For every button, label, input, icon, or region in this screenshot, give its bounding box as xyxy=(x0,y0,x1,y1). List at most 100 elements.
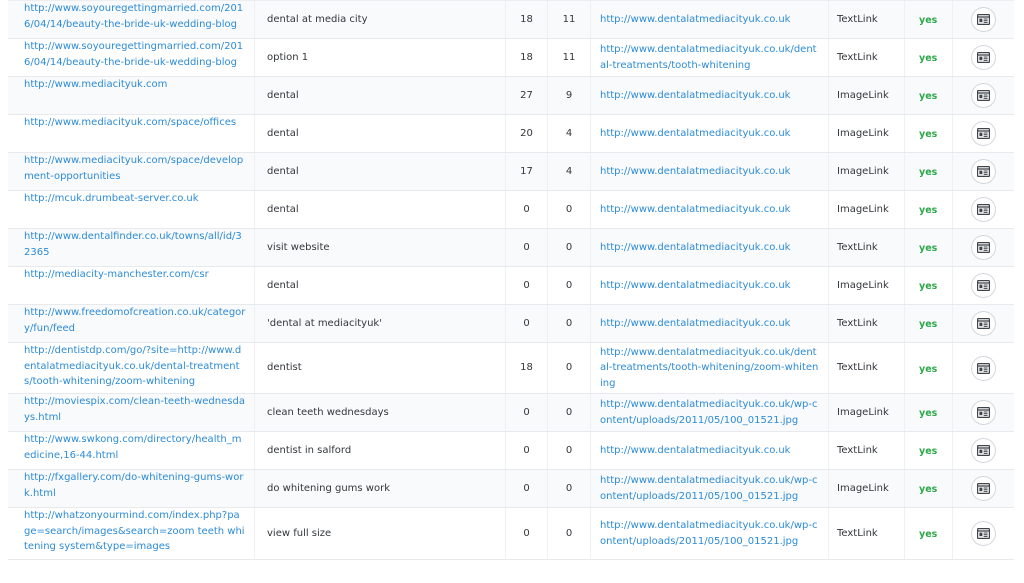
target-url-link[interactable]: http://www.dentalatmediacityuk.co.uk xyxy=(600,88,790,104)
source-url-link[interactable]: http://www.soyouregettingmarried.com/201… xyxy=(24,1,246,32)
source-url-link[interactable]: http://dentistdp.com/go/?site=http://www… xyxy=(24,343,246,390)
link-type-cell: ImageLink xyxy=(829,191,905,228)
target-url-link[interactable]: http://www.dentalatmediacityuk.co.uk/wp-… xyxy=(600,397,820,428)
metric-1-cell: 0 xyxy=(506,229,548,266)
details-button[interactable] xyxy=(971,83,996,108)
metric-1-value: 0 xyxy=(523,241,530,253)
target-url-cell: http://www.dentalatmediacityuk.co.uk/wp-… xyxy=(591,470,829,507)
target-url-link[interactable]: http://www.dentalatmediacityuk.co.uk xyxy=(600,12,790,28)
target-url-link[interactable]: http://www.dentalatmediacityuk.co.uk xyxy=(600,443,790,459)
anchor-text: clean teeth wednesdays xyxy=(267,406,389,418)
metric-2-cell: 0 xyxy=(548,470,591,507)
target-url-link[interactable]: http://www.dentalatmediacityuk.co.uk/wp-… xyxy=(600,518,820,549)
table-row: http://www.soyouregettingmarried.com/201… xyxy=(8,39,1014,77)
link-type-cell: TextLink xyxy=(829,508,905,559)
table-row: http://www.mediacityuk.com/space/offices… xyxy=(8,115,1014,153)
source-url-link[interactable]: http://www.mediacityuk.com/space/develop… xyxy=(24,153,246,184)
source-url-link[interactable]: http://whatzonyourmind.com/index.php?pag… xyxy=(24,508,246,555)
details-card-icon xyxy=(977,242,990,253)
follow-cell: yes xyxy=(905,508,953,559)
details-button[interactable] xyxy=(971,235,996,260)
target-url-link[interactable]: http://www.dentalatmediacityuk.co.uk/den… xyxy=(600,345,820,392)
source-url-link[interactable]: http://www.soyouregettingmarried.com/201… xyxy=(24,39,246,70)
target-url-link[interactable]: http://www.dentalatmediacityuk.co.uk xyxy=(600,278,790,294)
table-row: http://www.swkong.com/directory/health_m… xyxy=(8,432,1014,470)
metric-2-value: 0 xyxy=(565,527,573,539)
link-type-value: TextLink xyxy=(837,527,878,539)
metric-1-cell: 17 xyxy=(506,153,548,190)
metric-1-value: 18 xyxy=(520,51,533,63)
follow-cell: yes xyxy=(905,39,953,76)
target-url-link[interactable]: http://www.dentalatmediacityuk.co.uk xyxy=(600,240,790,256)
link-type-value: ImageLink xyxy=(837,89,889,101)
follow-cell: yes xyxy=(905,115,953,152)
target-url-link[interactable]: http://www.dentalatmediacityuk.co.uk/den… xyxy=(600,42,820,73)
details-button[interactable] xyxy=(971,355,996,381)
target-url-link[interactable]: http://www.dentalatmediacityuk.co.uk xyxy=(600,164,790,180)
details-button[interactable] xyxy=(971,197,996,222)
target-url-link[interactable]: http://www.dentalatmediacityuk.co.uk xyxy=(600,316,790,332)
metric-2-cell: 0 xyxy=(548,394,591,431)
follow-cell: yes xyxy=(905,432,953,469)
target-url-cell: http://www.dentalatmediacityuk.co.uk xyxy=(591,1,829,38)
link-type-cell: TextLink xyxy=(829,432,905,469)
source-url-link[interactable]: http://mcuk.drumbeat-server.co.uk xyxy=(24,191,199,207)
anchor-text-cell: 'dental at mediacityuk' xyxy=(255,305,506,342)
source-url-link[interactable]: http://mediacity-manchester.com/csr xyxy=(24,267,209,283)
link-type-value: ImageLink xyxy=(837,482,889,494)
target-url-cell: http://www.dentalatmediacityuk.co.uk xyxy=(591,267,829,304)
details-button[interactable] xyxy=(971,400,996,425)
metric-2-cell: 4 xyxy=(548,115,591,152)
metric-1-cell: 20 xyxy=(506,115,548,152)
source-url-link[interactable]: http://moviespix.com/clean-teeth-wednesd… xyxy=(24,394,246,425)
action-cell xyxy=(953,343,1014,393)
details-button[interactable] xyxy=(971,311,996,336)
details-button[interactable] xyxy=(971,159,996,184)
details-button[interactable] xyxy=(971,273,996,298)
source-url-cell: http://www.dentalfinder.co.uk/towns/all/… xyxy=(8,229,255,266)
metric-1-cell: 0 xyxy=(506,305,548,342)
metric-1-value: 17 xyxy=(520,165,533,177)
source-url-link[interactable]: http://www.swkong.com/directory/health_m… xyxy=(24,432,246,463)
metric-2-cell: 0 xyxy=(548,191,591,228)
details-card-icon xyxy=(977,128,990,139)
details-button[interactable] xyxy=(971,476,996,501)
link-type-cell: ImageLink xyxy=(829,153,905,190)
link-type-value: TextLink xyxy=(837,444,878,456)
follow-status: yes xyxy=(919,319,938,331)
link-type-cell: TextLink xyxy=(829,39,905,76)
anchor-text-cell: visit website xyxy=(255,229,506,266)
anchor-text: dental xyxy=(267,127,299,139)
details-button[interactable] xyxy=(971,121,996,146)
metric-2-value: 4 xyxy=(565,127,573,139)
source-url-link[interactable]: http://fxgallery.com/do-whitening-gums-w… xyxy=(24,470,246,501)
target-url-link[interactable]: http://www.dentalatmediacityuk.co.uk/wp-… xyxy=(600,473,820,504)
source-url-link[interactable]: http://www.freedomofcreation.co.uk/categ… xyxy=(24,305,246,336)
follow-status: yes xyxy=(919,243,938,255)
details-button[interactable] xyxy=(971,7,996,32)
action-cell xyxy=(953,267,1014,304)
table-row: http://mcuk.drumbeat-server.co.uk dental 0… xyxy=(8,191,1014,229)
follow-cell: yes xyxy=(905,470,953,507)
anchor-text: visit website xyxy=(267,241,330,253)
follow-cell: yes xyxy=(905,394,953,431)
anchor-text-cell: do whitening gums work xyxy=(255,470,506,507)
source-url-link[interactable]: http://www.dentalfinder.co.uk/towns/all/… xyxy=(24,229,246,260)
source-url-link[interactable]: http://www.mediacityuk.com/space/offices xyxy=(24,115,236,131)
follow-cell: yes xyxy=(905,153,953,190)
details-button[interactable] xyxy=(971,45,996,70)
anchor-text-cell: view full size xyxy=(255,508,506,559)
link-type-cell: ImageLink xyxy=(829,115,905,152)
details-card-icon xyxy=(977,166,990,177)
target-url-cell: http://www.dentalatmediacityuk.co.uk xyxy=(591,432,829,469)
details-button[interactable] xyxy=(971,521,996,546)
link-type-cell: TextLink xyxy=(829,229,905,266)
anchor-text-cell: dental at media city xyxy=(255,1,506,38)
target-url-link[interactable]: http://www.dentalatmediacityuk.co.uk xyxy=(600,126,790,142)
source-url-link[interactable]: http://www.mediacityuk.com xyxy=(24,77,167,93)
metric-1-value: 18 xyxy=(520,13,533,25)
target-url-link[interactable]: http://www.dentalatmediacityuk.co.uk xyxy=(600,202,790,218)
metric-1-cell: 18 xyxy=(506,1,548,38)
metric-1-cell: 0 xyxy=(506,508,548,559)
details-button[interactable] xyxy=(971,438,996,463)
